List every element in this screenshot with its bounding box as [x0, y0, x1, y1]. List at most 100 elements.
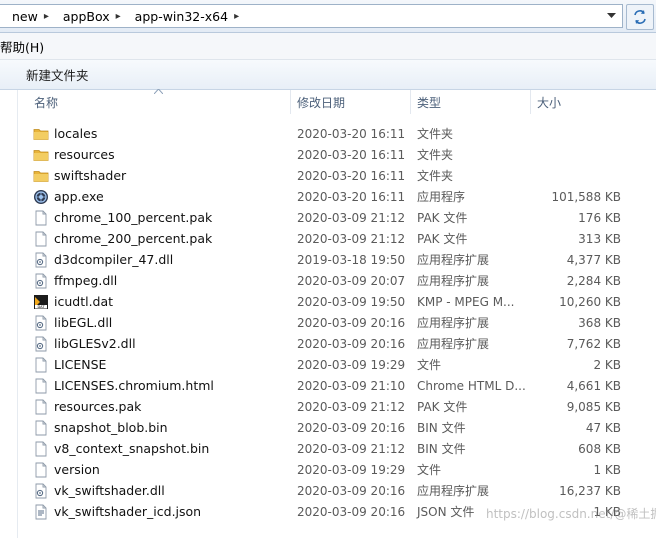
file-icon — [33, 462, 49, 478]
file-name[interactable]: vk_swiftshader_icd.json — [54, 504, 201, 519]
file-row[interactable]: chrome_100_percent.pak 2020-03-09 21:12 PA… — [18, 207, 656, 228]
address-history-dropdown[interactable] — [602, 5, 620, 27]
column-header-label: 名称 — [34, 95, 59, 110]
breadcrumb-item-appbox[interactable]: appBox ▸ — [51, 5, 123, 27]
file-name-cell[interactable]: LICENSES.chromium.html — [18, 378, 291, 394]
file-date: 2020-03-09 20:16 — [297, 315, 406, 330]
file-row[interactable]: locales 2020-03-20 16:11 文件夹 — [18, 123, 656, 144]
file-name-cell[interactable]: libGLESv2.dll — [18, 336, 291, 352]
file-row[interactable]: ffmpeg.dll 2020-03-09 20:07 应用程序扩展 2,284 KB — [18, 270, 656, 291]
file-name[interactable]: swiftshader — [54, 168, 126, 183]
breadcrumb[interactable]: new ▸ appBox ▸ app-win32-x64 ▸ — [0, 4, 623, 28]
file-type: KMP - MPEG M... — [417, 294, 515, 309]
file-name[interactable]: resources.pak — [54, 399, 141, 414]
file-type: 文件夹 — [417, 148, 454, 162]
refresh-button[interactable] — [626, 4, 654, 30]
file-size: 10,260 KB — [559, 294, 621, 309]
file-row[interactable]: chrome_200_percent.pak 2020-03-09 21:12 PA… — [18, 228, 656, 249]
file-row[interactable]: d3dcompiler_47.dll 2019-03-18 19:50 应用程序扩展… — [18, 249, 656, 270]
file-row[interactable]: v8_context_snapshot.bin 2020-03-09 21:12 B… — [18, 438, 656, 459]
file-size: 16,237 KB — [559, 483, 621, 498]
file-row[interactable]: LICENSES.chromium.html 2020-03-09 21:10 Ch… — [18, 375, 656, 396]
file-size: 9,085 KB — [566, 399, 621, 414]
file-name[interactable]: icudtl.dat — [54, 294, 113, 309]
file-row[interactable]: libGLESv2.dll 2020-03-09 20:16 应用程序扩展 7,762… — [18, 333, 656, 354]
dll-file-icon — [33, 252, 49, 268]
file-icon — [33, 357, 49, 373]
file-row[interactable]: DAT icudtl.dat 2020-03-09 19:50 KMP - MPEG … — [18, 291, 656, 312]
application-icon — [33, 189, 49, 205]
file-type: 应用程序扩展 — [417, 337, 490, 351]
address-bar: new ▸ appBox ▸ app-win32-x64 ▸ — [0, 0, 656, 33]
file-row[interactable]: app.exe 2020-03-20 16:11 应用程序 101,588 KB — [18, 186, 656, 207]
chevron-right-icon[interactable]: ▸ — [42, 11, 51, 22]
file-size: 47 KB — [585, 420, 621, 435]
file-size: 313 KB — [578, 231, 621, 246]
file-name[interactable]: snapshot_blob.bin — [54, 420, 168, 435]
file-name[interactable]: vk_swiftshader.dll — [54, 483, 165, 498]
chevron-down-icon[interactable] — [606, 13, 616, 19]
file-name-cell[interactable]: chrome_100_percent.pak — [18, 210, 291, 226]
file-name-cell[interactable]: app.exe — [18, 189, 291, 205]
file-date: 2020-03-20 16:11 — [297, 147, 406, 162]
file-name-cell[interactable]: d3dcompiler_47.dll — [18, 252, 291, 268]
file-row[interactable]: resources.pak 2020-03-09 21:12 PAK 文件 9,085… — [18, 396, 656, 417]
file-name-cell[interactable]: resources — [18, 147, 291, 163]
file-name[interactable]: LICENSES.chromium.html — [54, 378, 214, 393]
file-name[interactable]: resources — [54, 147, 115, 162]
breadcrumb-item-app-win32-x64[interactable]: app-win32-x64 ▸ — [123, 5, 241, 27]
breadcrumb-item-new[interactable]: new ▸ — [0, 5, 51, 27]
file-name[interactable]: libEGL.dll — [54, 315, 112, 330]
file-name-cell[interactable]: snapshot_blob.bin — [18, 420, 291, 436]
file-name-cell[interactable]: vk_swiftshader_icd.json — [18, 504, 291, 520]
file-date: 2020-03-09 20:16 — [297, 420, 406, 435]
file-name-cell[interactable]: chrome_200_percent.pak — [18, 231, 291, 247]
file-type: BIN 文件 — [417, 421, 466, 435]
file-row[interactable]: snapshot_blob.bin 2020-03-09 20:16 BIN 文件 4… — [18, 417, 656, 438]
file-name-cell[interactable]: swiftshader — [18, 168, 291, 184]
file-name[interactable]: chrome_100_percent.pak — [54, 210, 212, 225]
file-row[interactable]: LICENSE 2020-03-09 19:29 文件 2 KB — [18, 354, 656, 375]
new-folder-button[interactable]: 新建文件夹 — [24, 62, 91, 87]
file-name[interactable]: libGLESv2.dll — [54, 336, 136, 351]
file-name[interactable]: LICENSE — [54, 357, 106, 372]
file-name-cell[interactable]: version — [18, 462, 291, 478]
file-name-cell[interactable]: ffmpeg.dll — [18, 273, 291, 289]
file-name[interactable]: v8_context_snapshot.bin — [54, 441, 209, 456]
file-name-cell[interactable]: vk_swiftshader.dll — [18, 483, 291, 499]
file-type: 应用程序 — [417, 190, 466, 204]
file-row[interactable]: libEGL.dll 2020-03-09 20:16 应用程序扩展 368 KB — [18, 312, 656, 333]
file-name[interactable]: locales — [54, 126, 97, 141]
file-name[interactable]: chrome_200_percent.pak — [54, 231, 212, 246]
column-header-type[interactable]: 类型 — [411, 90, 531, 114]
file-name[interactable]: ffmpeg.dll — [54, 273, 117, 288]
file-list: locales 2020-03-20 16:11 文件夹 resources 2020-… — [18, 123, 656, 522]
chevron-right-icon[interactable]: ▸ — [232, 11, 241, 22]
file-name[interactable]: d3dcompiler_47.dll — [54, 252, 173, 267]
file-name-cell[interactable]: LICENSE — [18, 357, 291, 373]
breadcrumb-label[interactable]: appBox — [51, 9, 114, 24]
file-list-pane[interactable]: 名称 修改日期 类型 大小 locales 2020-03-20 16:11 文件夹… — [0, 89, 656, 538]
column-header-name[interactable]: 名称 — [18, 89, 291, 114]
file-row[interactable]: resources 2020-03-20 16:11 文件夹 — [18, 144, 656, 165]
file-name-cell[interactable]: resources.pak — [18, 399, 291, 415]
file-icon — [33, 441, 49, 457]
breadcrumb-label[interactable]: app-win32-x64 — [123, 9, 232, 24]
file-name-cell[interactable]: locales — [18, 126, 291, 142]
file-name-cell[interactable]: v8_context_snapshot.bin — [18, 441, 291, 457]
file-name-cell[interactable]: DAT icudtl.dat — [18, 294, 291, 310]
chevron-right-icon[interactable]: ▸ — [114, 11, 123, 22]
file-row[interactable]: swiftshader 2020-03-20 16:11 文件夹 — [18, 165, 656, 186]
file-name-cell[interactable]: libEGL.dll — [18, 315, 291, 331]
menu-help[interactable]: 帮助(H) — [0, 37, 50, 56]
file-row[interactable]: version 2020-03-09 19:29 文件 1 KB — [18, 459, 656, 480]
column-header-date[interactable]: 修改日期 — [291, 90, 411, 114]
svg-text:DAT: DAT — [37, 305, 45, 309]
file-date: 2020-03-09 19:29 — [297, 462, 406, 477]
file-name[interactable]: app.exe — [54, 189, 104, 204]
file-row[interactable]: vk_swiftshader.dll 2020-03-09 20:16 应用程序扩展… — [18, 480, 656, 501]
breadcrumb-label[interactable]: new — [0, 9, 42, 24]
column-header-row: 名称 修改日期 类型 大小 — [18, 89, 656, 114]
column-header-size[interactable]: 大小 — [531, 90, 656, 114]
file-name[interactable]: version — [54, 462, 100, 477]
